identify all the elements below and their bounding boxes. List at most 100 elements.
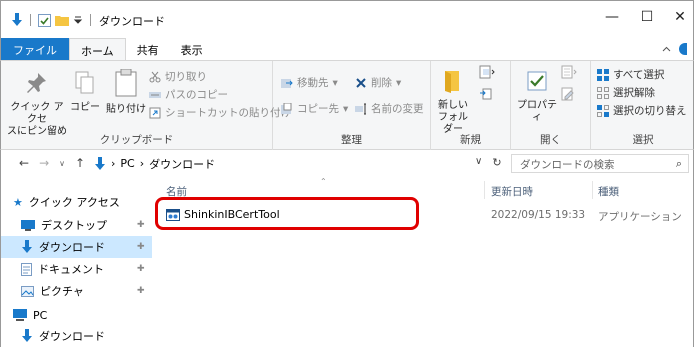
recent-locations-icon[interactable]: ∨ [59,159,65,168]
desktop-icon [21,219,35,231]
invert-selection-button[interactable]: 選択の切り替え [597,103,687,118]
search-icon: ⌕ [675,157,682,170]
select-group: すべて選択 選択解除 選択の切り替え 選択 [591,61,694,151]
new-item-button[interactable] [479,65,495,79]
nav-pictures[interactable]: ピクチャ ✚ [1,280,153,302]
open-group: プロパティ 開く [511,61,591,151]
rename-icon [355,103,366,114]
nav-quick-access[interactable]: ★ クイック アクセス [1,191,153,213]
pinned-icon: ✚ [137,220,145,230]
breadcrumb-separator: › [111,157,116,170]
ribbon-tabs: ファイル ホーム 共有 表示 [0,38,694,60]
nav-buttons: ← → ∨ ↑ [19,156,85,170]
invert-selection-icon [597,104,609,117]
nav-documents[interactable]: ドキュメント ✚ [1,258,153,280]
column-type[interactable]: 種類 [598,184,619,199]
breadcrumb-downloads[interactable]: ダウンロード [149,156,215,172]
tab-view[interactable]: 表示 [170,38,214,60]
breadcrumb-separator: › [139,157,145,170]
ribbon: クイック アクセ スにピン留め コピー 貼り付け 切り取り パスのコピー ショー… [0,60,694,151]
quick-access-toolbar [11,13,94,27]
copy-button[interactable]: コピー [67,71,103,114]
open-button[interactable] [561,65,577,79]
column-date[interactable]: 更新日時 [491,184,533,199]
open-group-label: 開く [540,134,561,146]
new-folder-button[interactable]: 新しい フォルダー [435,69,471,136]
back-button[interactable]: ← [19,156,29,170]
paste-button[interactable]: 貼り付け [105,68,147,116]
nav-downloads[interactable]: ダウンロード ✚ [1,236,153,258]
download-arrow-icon[interactable] [11,13,23,27]
pictures-icon [21,285,34,297]
tab-home[interactable]: ホーム [69,38,126,60]
properties-button[interactable]: プロパティ [515,69,559,124]
path-box[interactable]: › PC › ダウンロード [93,154,491,173]
properties-check-icon[interactable] [38,13,51,27]
new-group-label: 新規 [460,134,481,146]
select-all-icon [597,68,609,81]
copy-to-button[interactable]: コピー先 ▾ [281,101,348,116]
nav-desktop[interactable]: デスクトップ ✚ [1,214,153,236]
breadcrumb-pc[interactable]: PC [120,157,134,170]
pinned-icon: ✚ [137,286,145,296]
download-arrow-icon [22,329,32,342]
customize-dropdown-icon[interactable] [73,15,83,25]
paste-icon [115,68,137,97]
rename-button[interactable]: 名前の変更 [355,101,424,116]
select-group-label: 選択 [632,134,654,146]
up-button[interactable]: ↑ [75,156,85,170]
pinned-icon: ✚ [137,242,145,252]
download-location-icon [95,156,105,170]
new-item-icon [479,65,495,79]
sort-ascending-icon: ⌃ [320,177,327,186]
tab-share[interactable]: 共有 [126,38,170,60]
easy-access-button[interactable] [479,87,495,101]
folder-icon [445,71,459,93]
delete-x-icon [356,77,366,88]
title-bar: ダウンロード — ☐ ✕ [0,0,694,38]
pin-quick-access-button[interactable]: クイック アクセ スにピン留め [7,71,67,138]
ribbon-collapse-icon[interactable] [662,46,671,52]
maximize-button[interactable]: ☐ [632,9,662,25]
select-none-button[interactable]: 選択解除 [597,85,655,100]
move-to-button[interactable]: 移動先 ▾ [281,75,338,90]
new-group: 新しい フォルダー 新規 [431,61,511,151]
tab-file[interactable]: ファイル [1,38,69,60]
paste-shortcut-button[interactable]: ショートカットの貼り付け [149,105,291,120]
download-arrow-icon [22,240,32,253]
delete-button[interactable]: 削除 ▾ [355,75,401,90]
forward-button[interactable]: → [39,156,49,170]
new-folder-icon[interactable] [55,14,69,26]
move-to-icon [281,78,293,88]
select-none-icon [597,86,609,99]
search-placeholder: ダウンロードの検索 [520,159,615,171]
select-all-button[interactable]: すべて選択 [597,67,664,82]
search-box[interactable]: ダウンロードの検索 ⌕ [511,154,689,173]
open-icon [561,65,577,79]
column-separator[interactable] [592,181,593,199]
edit-icon [561,87,574,101]
copy-to-icon [281,102,292,114]
nav-pc[interactable]: PC [1,304,153,326]
clipboard-group: クイック アクセ スにピン留め コピー 貼り付け 切り取り パスのコピー ショー… [1,61,291,151]
file-list: ⌃ 名前 更新日時 種類 ShinkinIBCertTool 2022/09/1… [152,177,694,347]
organize-group-label: 整理 [341,134,362,146]
column-separator[interactable] [484,181,485,199]
ribbon-controls [662,43,687,55]
star-icon: ★ [13,195,23,209]
refresh-button[interactable]: ↻ [492,156,501,169]
minimize-button[interactable]: — [597,9,627,25]
close-button[interactable]: ✕ [665,9,694,25]
easy-access-icon [480,88,492,100]
path-dropdown-button[interactable]: ∨ [475,156,482,169]
computer-icon [13,309,27,321]
edit-button[interactable] [561,87,575,101]
copy-path-button[interactable]: パスのコピー [149,87,228,102]
cut-button[interactable]: 切り取り [149,69,207,84]
toolbar-separator [30,14,31,26]
scissors-icon [149,71,161,82]
help-icon[interactable] [679,43,687,55]
properties-icon [527,71,547,91]
nav-pc-downloads[interactable]: ダウンロード [1,325,153,347]
title-separator [90,14,91,26]
